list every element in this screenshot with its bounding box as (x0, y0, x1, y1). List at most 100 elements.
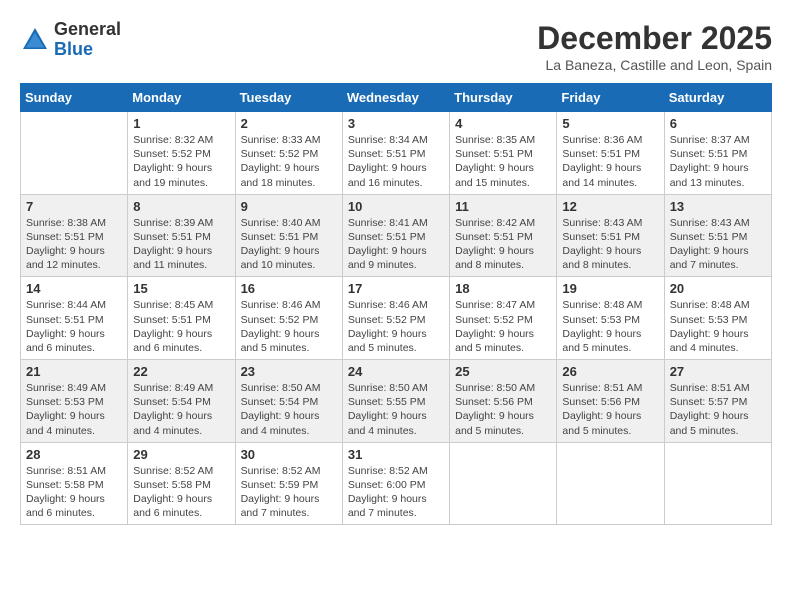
calendar-cell: 25 Sunrise: 8:50 AM Sunset: 5:56 PM Dayli… (450, 360, 557, 443)
logo-general: General (54, 20, 121, 40)
calendar-cell (450, 442, 557, 525)
weekday-header: Friday (557, 84, 664, 112)
day-info: Sunrise: 8:44 AM Sunset: 5:51 PM Dayligh… (26, 298, 122, 355)
day-number: 16 (241, 281, 337, 296)
day-info: Sunrise: 8:38 AM Sunset: 5:51 PM Dayligh… (26, 216, 122, 273)
calendar-week-row: 21 Sunrise: 8:49 AM Sunset: 5:53 PM Dayli… (21, 360, 772, 443)
logo-icon (20, 25, 50, 55)
day-number: 8 (133, 199, 229, 214)
month-title: December 2025 (537, 20, 772, 57)
day-info: Sunrise: 8:51 AM Sunset: 5:58 PM Dayligh… (26, 464, 122, 521)
day-number: 28 (26, 447, 122, 462)
calendar-cell: 9 Sunrise: 8:40 AM Sunset: 5:51 PM Daylig… (235, 194, 342, 277)
weekday-header: Wednesday (342, 84, 449, 112)
calendar-cell: 28 Sunrise: 8:51 AM Sunset: 5:58 PM Dayli… (21, 442, 128, 525)
day-number: 24 (348, 364, 444, 379)
calendar-cell: 12Sunrise: 8:43 AM Sunset: 5:51 PM Dayli… (557, 194, 664, 277)
day-number: 12 (562, 199, 658, 214)
day-info: Sunrise: 8:41 AM Sunset: 5:51 PM Dayligh… (348, 216, 444, 273)
calendar-cell: 1Sunrise: 8:32 AM Sunset: 5:52 PM Daylig… (128, 112, 235, 195)
day-info: Sunrise: 8:35 AM Sunset: 5:51 PM Dayligh… (455, 133, 551, 190)
calendar-week-row: 7 Sunrise: 8:38 AM Sunset: 5:51 PM Daylig… (21, 194, 772, 277)
day-info: Sunrise: 8:49 AM Sunset: 5:54 PM Dayligh… (133, 381, 229, 438)
day-number: 5 (562, 116, 658, 131)
calendar-cell: 13 Sunrise: 8:43 AM Sunset: 5:51 PM Dayli… (664, 194, 771, 277)
day-info: Sunrise: 8:50 AM Sunset: 5:56 PM Dayligh… (455, 381, 551, 438)
day-number: 21 (26, 364, 122, 379)
calendar-cell: 7 Sunrise: 8:38 AM Sunset: 5:51 PM Daylig… (21, 194, 128, 277)
calendar-table: SundayMondayTuesdayWednesdayThursdayFrid… (20, 83, 772, 525)
day-info: Sunrise: 8:46 AM Sunset: 5:52 PM Dayligh… (241, 298, 337, 355)
page-header: General Blue December 2025 La Baneza, Ca… (20, 20, 772, 73)
day-info: Sunrise: 8:45 AM Sunset: 5:51 PM Dayligh… (133, 298, 229, 355)
day-number: 23 (241, 364, 337, 379)
day-info: Sunrise: 8:42 AM Sunset: 5:51 PM Dayligh… (455, 216, 551, 273)
calendar-cell: 22Sunrise: 8:49 AM Sunset: 5:54 PM Dayli… (128, 360, 235, 443)
logo-text: General Blue (54, 20, 121, 60)
weekday-header: Monday (128, 84, 235, 112)
calendar-cell: 21 Sunrise: 8:49 AM Sunset: 5:53 PM Dayli… (21, 360, 128, 443)
day-info: Sunrise: 8:50 AM Sunset: 5:55 PM Dayligh… (348, 381, 444, 438)
calendar-cell: 16 Sunrise: 8:46 AM Sunset: 5:52 PM Dayli… (235, 277, 342, 360)
day-number: 17 (348, 281, 444, 296)
calendar-cell: 17 Sunrise: 8:46 AM Sunset: 5:52 PM Dayli… (342, 277, 449, 360)
day-info: Sunrise: 8:40 AM Sunset: 5:51 PM Dayligh… (241, 216, 337, 273)
calendar-cell: 26Sunrise: 8:51 AM Sunset: 5:56 PM Dayli… (557, 360, 664, 443)
calendar-cell: 19Sunrise: 8:48 AM Sunset: 5:53 PM Dayli… (557, 277, 664, 360)
day-info: Sunrise: 8:46 AM Sunset: 5:52 PM Dayligh… (348, 298, 444, 355)
day-info: Sunrise: 8:47 AM Sunset: 5:52 PM Dayligh… (455, 298, 551, 355)
calendar-cell (21, 112, 128, 195)
day-number: 27 (670, 364, 766, 379)
calendar-cell: 30 Sunrise: 8:52 AM Sunset: 5:59 PM Dayli… (235, 442, 342, 525)
calendar-cell: 4Sunrise: 8:35 AM Sunset: 5:51 PM Daylig… (450, 112, 557, 195)
day-info: Sunrise: 8:43 AM Sunset: 5:51 PM Dayligh… (670, 216, 766, 273)
day-number: 6 (670, 116, 766, 131)
day-number: 29 (133, 447, 229, 462)
weekday-header: Thursday (450, 84, 557, 112)
day-number: 1 (133, 116, 229, 131)
calendar-cell: 24 Sunrise: 8:50 AM Sunset: 5:55 PM Dayli… (342, 360, 449, 443)
day-number: 20 (670, 281, 766, 296)
calendar-cell: 10Sunrise: 8:41 AM Sunset: 5:51 PM Dayli… (342, 194, 449, 277)
calendar-cell (557, 442, 664, 525)
day-number: 19 (562, 281, 658, 296)
day-info: Sunrise: 8:51 AM Sunset: 5:56 PM Dayligh… (562, 381, 658, 438)
day-info: Sunrise: 8:48 AM Sunset: 5:53 PM Dayligh… (670, 298, 766, 355)
day-info: Sunrise: 8:33 AM Sunset: 5:52 PM Dayligh… (241, 133, 337, 190)
day-info: Sunrise: 8:34 AM Sunset: 5:51 PM Dayligh… (348, 133, 444, 190)
calendar-cell: 2 Sunrise: 8:33 AM Sunset: 5:52 PM Daylig… (235, 112, 342, 195)
calendar-cell: 15 Sunrise: 8:45 AM Sunset: 5:51 PM Dayli… (128, 277, 235, 360)
calendar-header-row: SundayMondayTuesdayWednesdayThursdayFrid… (21, 84, 772, 112)
calendar-cell: 23Sunrise: 8:50 AM Sunset: 5:54 PM Dayli… (235, 360, 342, 443)
day-info: Sunrise: 8:52 AM Sunset: 5:58 PM Dayligh… (133, 464, 229, 521)
day-number: 31 (348, 447, 444, 462)
day-number: 18 (455, 281, 551, 296)
day-number: 7 (26, 199, 122, 214)
day-info: Sunrise: 8:49 AM Sunset: 5:53 PM Dayligh… (26, 381, 122, 438)
calendar-cell (664, 442, 771, 525)
day-number: 25 (455, 364, 551, 379)
calendar-cell: 8 Sunrise: 8:39 AM Sunset: 5:51 PM Daylig… (128, 194, 235, 277)
calendar-cell: 6 Sunrise: 8:37 AM Sunset: 5:51 PM Daylig… (664, 112, 771, 195)
day-info: Sunrise: 8:37 AM Sunset: 5:51 PM Dayligh… (670, 133, 766, 190)
calendar-cell: 20 Sunrise: 8:48 AM Sunset: 5:53 PM Dayli… (664, 277, 771, 360)
title-block: December 2025 La Baneza, Castille and Le… (537, 20, 772, 73)
calendar-cell: 14 Sunrise: 8:44 AM Sunset: 5:51 PM Dayli… (21, 277, 128, 360)
day-number: 30 (241, 447, 337, 462)
calendar-cell: 18 Sunrise: 8:47 AM Sunset: 5:52 PM Dayli… (450, 277, 557, 360)
weekday-header: Saturday (664, 84, 771, 112)
day-number: 14 (26, 281, 122, 296)
day-number: 9 (241, 199, 337, 214)
day-info: Sunrise: 8:52 AM Sunset: 6:00 PM Dayligh… (348, 464, 444, 521)
logo-blue: Blue (54, 40, 121, 60)
day-number: 13 (670, 199, 766, 214)
calendar-cell: 3 Sunrise: 8:34 AM Sunset: 5:51 PM Daylig… (342, 112, 449, 195)
day-number: 11 (455, 199, 551, 214)
calendar-week-row: 14 Sunrise: 8:44 AM Sunset: 5:51 PM Dayli… (21, 277, 772, 360)
day-info: Sunrise: 8:39 AM Sunset: 5:51 PM Dayligh… (133, 216, 229, 273)
day-number: 15 (133, 281, 229, 296)
day-number: 3 (348, 116, 444, 131)
day-number: 2 (241, 116, 337, 131)
day-info: Sunrise: 8:52 AM Sunset: 5:59 PM Dayligh… (241, 464, 337, 521)
calendar-week-row: 28 Sunrise: 8:51 AM Sunset: 5:58 PM Dayli… (21, 442, 772, 525)
